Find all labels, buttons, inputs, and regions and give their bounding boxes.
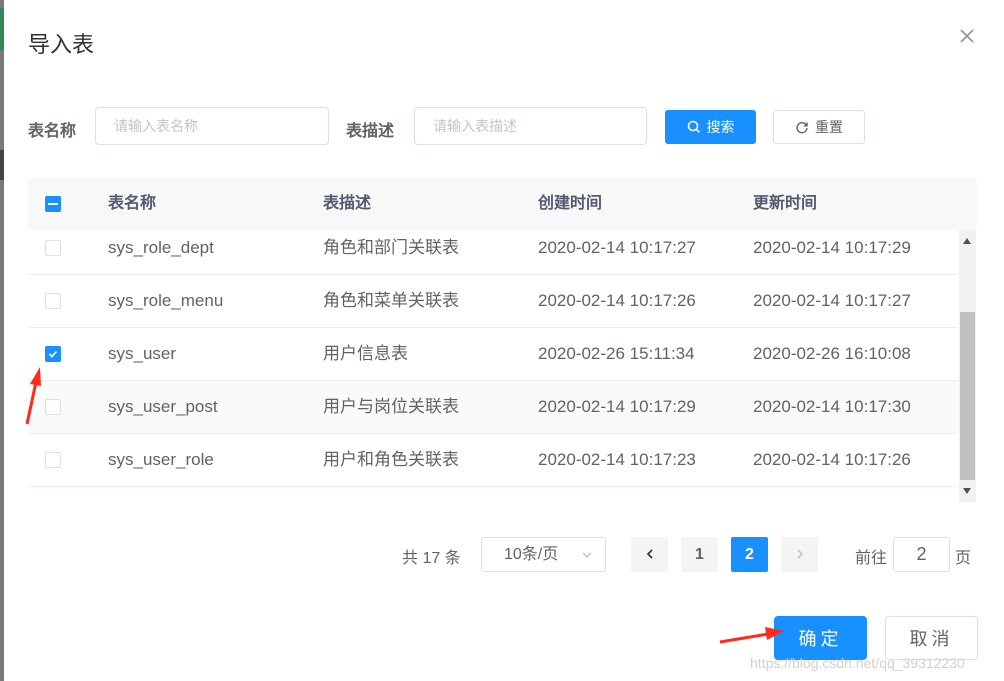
cell-created-time: 2020-02-14 10:17:26 [538, 291, 696, 310]
cell-table-desc: 用户与岗位关联表 [323, 397, 459, 416]
row-checkbox[interactable] [45, 293, 61, 309]
chevron-down-icon [582, 552, 592, 558]
jump-page-input[interactable]: 2 [893, 537, 950, 572]
cell-updated-time: 2020-02-14 10:17:29 [753, 238, 911, 257]
background-edge-mark [0, 150, 4, 180]
scroll-down-icon[interactable] [963, 488, 971, 494]
cell-table-name: sys_user_post [108, 397, 218, 416]
cell-table-name: sys_user [108, 344, 177, 363]
cancel-button[interactable]: 取消 [885, 616, 978, 660]
chevron-right-icon [796, 549, 803, 559]
table-scrollbar[interactable] [959, 230, 976, 502]
cell-table-desc: 角色和菜单关联表 [323, 291, 459, 310]
table-row[interactable]: sys_user_role 用户和角色关联表 2020-02-14 10:17:… [28, 434, 958, 487]
confirm-button-label: 确定 [798, 629, 843, 649]
cell-table-name: sys_role_menu [108, 291, 224, 310]
reset-button[interactable]: 重置 [773, 110, 865, 144]
cell-updated-time: 2020-02-14 10:17:27 [753, 291, 911, 310]
watermark: https://blog.csdn.net/qq_39312230 [750, 655, 965, 671]
prev-page-button[interactable] [631, 537, 668, 572]
background-edge-mark [0, 8, 4, 50]
table-name-input[interactable]: 请输入表名称 [95, 107, 329, 145]
search-button-label: 搜索 [706, 119, 735, 135]
chevron-left-icon [646, 549, 653, 559]
refresh-icon [796, 122, 808, 134]
table-header: 表名称 表描述 创建时间 更新时间 [28, 178, 977, 230]
background-edge [0, 0, 4, 681]
cell-created-time: 2020-02-14 10:17:23 [538, 450, 696, 469]
search-button[interactable]: 搜索 [665, 110, 756, 144]
jump-prefix: 前往 [855, 550, 888, 567]
cell-updated-time: 2020-02-26 16:10:08 [753, 344, 911, 363]
table-row[interactable]: sys_role_menu 角色和菜单关联表 2020-02-14 10:17:… [28, 275, 958, 328]
column-header-created[interactable]: 创建时间 [538, 178, 602, 230]
table-body[interactable]: sys_role_dept 角色和部门关联表 2020-02-14 10:17:… [28, 230, 958, 502]
cell-created-time: 2020-02-14 10:17:27 [538, 238, 696, 257]
table-row[interactable]: sys_role_dept 角色和部门关联表 2020-02-14 10:17:… [28, 230, 958, 275]
row-checkbox[interactable] [45, 240, 61, 256]
cell-table-desc: 用户信息表 [323, 344, 408, 363]
column-header-name[interactable]: 表名称 [108, 178, 156, 230]
page-number-2[interactable]: 2 [731, 537, 768, 572]
cell-updated-time: 2020-02-14 10:17:26 [753, 450, 911, 469]
table-name-label: 表名称 [28, 123, 77, 140]
table-row[interactable]: sys_user 用户信息表 2020-02-26 15:11:34 2020-… [28, 328, 958, 381]
cell-updated-time: 2020-02-14 10:17:30 [753, 397, 911, 416]
cell-table-desc: 角色和部门关联表 [323, 238, 459, 257]
page-size-value: 10条/页 [504, 546, 559, 563]
jump-suffix: 页 [955, 550, 972, 567]
table-list: 表名称 表描述 创建时间 更新时间 sys_role_dept 角色和部门关联表… [28, 178, 977, 502]
cell-table-desc: 用户和角色关联表 [323, 450, 459, 469]
dialog-title: 导入表 [28, 32, 95, 57]
table-desc-input[interactable]: 请输入表描述 [414, 107, 647, 145]
cell-created-time: 2020-02-26 15:11:34 [538, 344, 695, 363]
table-desc-label: 表描述 [346, 123, 395, 140]
page-number-1[interactable]: 1 [681, 537, 718, 572]
next-page-button[interactable] [781, 537, 818, 572]
scrollbar-thumb[interactable] [960, 312, 975, 480]
annotation-arrow-icon [719, 627, 784, 644]
row-checkbox[interactable] [45, 452, 61, 468]
annotation-arrow-icon [25, 367, 41, 425]
search-icon [687, 120, 700, 134]
cell-table-name: sys_role_dept [108, 238, 214, 257]
reset-button-label: 重置 [815, 119, 843, 135]
select-all-checkbox[interactable] [45, 196, 61, 212]
cancel-button-label: 取消 [909, 629, 954, 649]
table-row[interactable]: sys_user_post 用户与岗位关联表 2020-02-14 10:17:… [28, 381, 958, 434]
column-header-desc[interactable]: 表描述 [323, 178, 371, 230]
cell-created-time: 2020-02-14 10:17:29 [538, 397, 696, 416]
page-size-select[interactable]: 10条/页 [481, 537, 606, 572]
close-icon[interactable] [958, 27, 976, 45]
checkmark-icon [48, 350, 58, 358]
column-header-updated[interactable]: 更新时间 [753, 178, 817, 230]
pagination-total: 共 17 条 [402, 550, 461, 567]
scroll-up-icon[interactable] [963, 238, 971, 244]
row-checkbox[interactable] [45, 346, 61, 362]
cell-table-name: sys_user_role [108, 450, 214, 469]
